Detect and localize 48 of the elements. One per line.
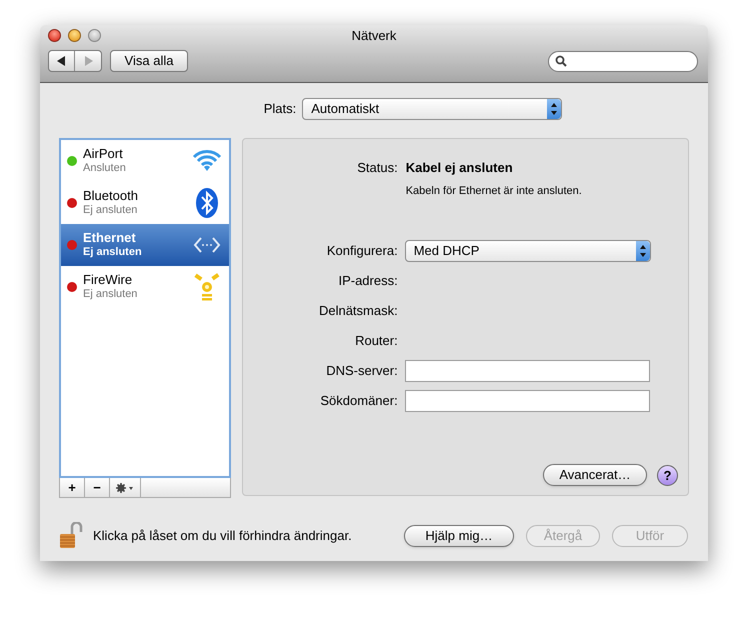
service-name: Ethernet bbox=[83, 231, 137, 245]
zoom-button[interactable] bbox=[88, 29, 101, 42]
field-label: Router: bbox=[354, 332, 398, 350]
lock-message: Klicka på låset om du vill förhindra ändringar. bbox=[93, 527, 352, 546]
input-field[interactable] bbox=[404, 360, 650, 382]
forward-arrow-icon bbox=[84, 56, 92, 66]
stepper-icon bbox=[547, 99, 562, 119]
bluetooth-icon bbox=[196, 188, 218, 218]
window-title: Nätverk bbox=[352, 26, 396, 45]
padlock-icon bbox=[59, 522, 83, 550]
service-name: AirPort bbox=[83, 147, 124, 161]
input-field[interactable] bbox=[404, 390, 650, 412]
location-popup[interactable]: Automatiskt bbox=[302, 98, 562, 120]
stepper-icon bbox=[636, 241, 650, 261]
field-label: DNS-server: bbox=[325, 362, 398, 380]
gear-icon bbox=[116, 482, 134, 492]
search-icon bbox=[555, 55, 567, 67]
service-status: Ej ansluten bbox=[83, 287, 138, 301]
status-label: Status: bbox=[356, 159, 398, 177]
service-status: Ej ansluten bbox=[83, 245, 143, 259]
status-value: Kabel ej ansluten bbox=[406, 159, 514, 177]
service-item[interactable]: Bluetooth Ej ansluten bbox=[61, 182, 229, 224]
help-me-button[interactable]: Hjälp mig… bbox=[404, 525, 514, 547]
service-name: FireWire bbox=[83, 273, 134, 287]
field-label: Delnätsmask: bbox=[318, 302, 398, 320]
minimize-button[interactable] bbox=[68, 29, 81, 42]
show-all-button[interactable]: Visa alla bbox=[110, 50, 188, 72]
field-label: IP-adress: bbox=[337, 272, 398, 290]
back-arrow-icon bbox=[57, 56, 66, 66]
field-label: Sökdomäner: bbox=[319, 392, 398, 410]
service-item[interactable]: AirPort Ansluten bbox=[61, 140, 229, 182]
ethernet-icon bbox=[192, 236, 221, 254]
advanced-button[interactable]: Avancerat… bbox=[543, 464, 647, 486]
service-name: Bluetooth bbox=[83, 189, 139, 203]
add-button[interactable]: + bbox=[60, 478, 85, 497]
configure-popup[interactable]: Med DHCP bbox=[404, 240, 651, 262]
service-item[interactable]: Ethernet Ej ansluten bbox=[61, 224, 229, 266]
remove-button[interactable]: − bbox=[85, 478, 110, 497]
status-detail: Kabeln för Ethernet är inte ansluten. bbox=[406, 184, 582, 198]
field-label: Konfigurera: bbox=[326, 242, 398, 260]
help-button[interactable]: ? bbox=[657, 464, 678, 486]
service-status: Ansluten bbox=[83, 161, 127, 175]
search-field[interactable] bbox=[548, 50, 698, 72]
close-button[interactable] bbox=[48, 29, 61, 42]
service-item[interactable]: FireWire Ej ansluten bbox=[61, 266, 229, 308]
firewire-icon bbox=[192, 272, 221, 302]
service-status: Ej ansluten bbox=[83, 203, 138, 217]
location-label: Plats: bbox=[264, 100, 296, 118]
